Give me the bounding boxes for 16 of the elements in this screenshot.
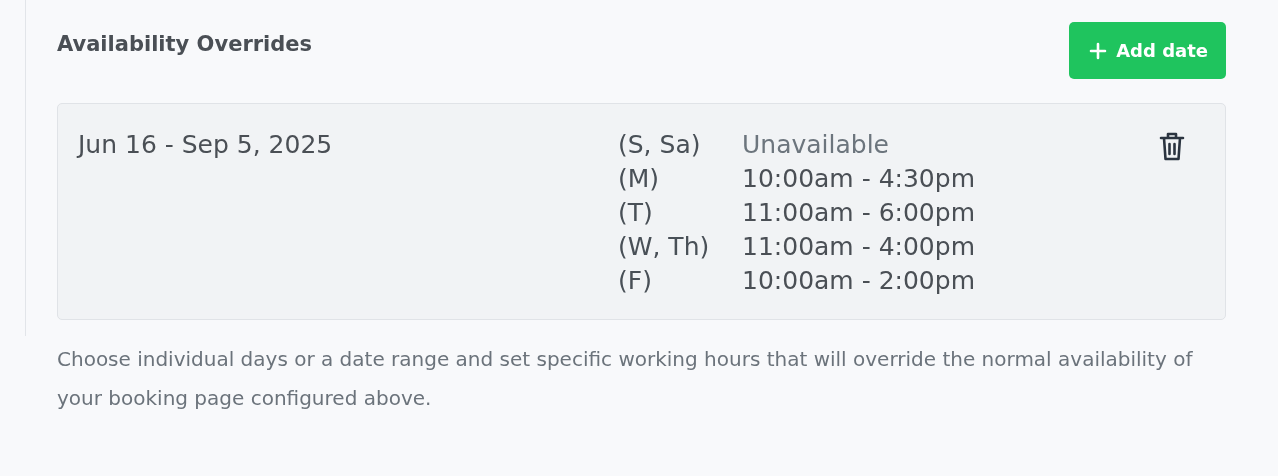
delete-icon[interactable] [1158, 130, 1186, 162]
days-label: (F) [618, 266, 653, 295]
description-text: Choose individual days or a date range and set specific working hours that will override the normal availability of your booking page configured above. [57, 346, 1194, 412]
hours-label: 11:00am - 4:00pm [742, 232, 976, 261]
plus-icon [1089, 41, 1108, 60]
date-range: Jun 16 - Sep 5, 2025 [78, 130, 334, 161]
days-label: (S, Sa) [618, 130, 702, 159]
hours-label: 10:00am - 4:30pm [742, 164, 976, 193]
days-label: (T) [618, 198, 654, 227]
hours-label: 10:00am - 2:00pm [742, 266, 976, 295]
add-date-button[interactable]: Add date [1069, 22, 1226, 79]
days-label: (M) [618, 164, 661, 193]
hours-label: Unavailable [742, 130, 890, 159]
hours-label: 11:00am - 6:00pm [742, 198, 976, 227]
section-title: Availability Overrides [57, 32, 313, 56]
days-label: (W, Th) [618, 232, 711, 261]
